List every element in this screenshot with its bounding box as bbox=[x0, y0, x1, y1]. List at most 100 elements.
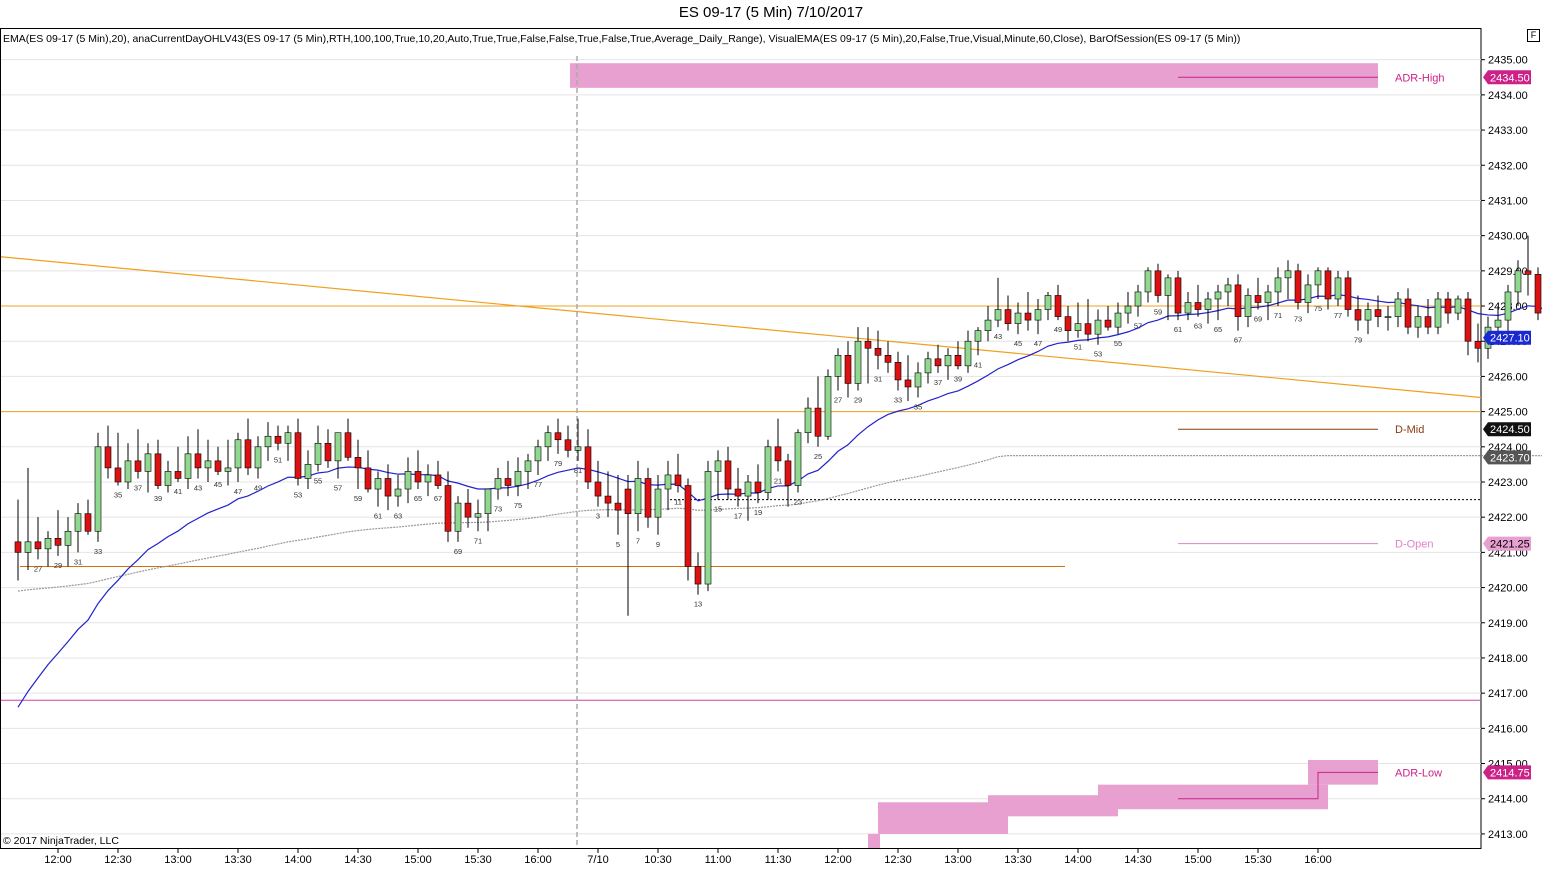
bar-number: 41 bbox=[174, 487, 182, 496]
down-candle bbox=[1234, 284, 1242, 317]
x-tick-label: 14:30 bbox=[344, 854, 372, 866]
down-candle bbox=[954, 354, 962, 367]
bar-number: 65 bbox=[1214, 325, 1222, 334]
bar-number: 27 bbox=[34, 564, 42, 573]
up-candle bbox=[514, 471, 522, 486]
bar-number: 63 bbox=[1194, 322, 1202, 331]
down-candle bbox=[1054, 295, 1062, 317]
bar-number: 43 bbox=[194, 483, 202, 492]
down-candle bbox=[784, 460, 792, 486]
down-candle bbox=[1354, 309, 1362, 321]
bar-number: 71 bbox=[1274, 311, 1282, 320]
down-candle bbox=[644, 478, 652, 518]
bar-number: 35 bbox=[114, 491, 122, 500]
up-candle bbox=[854, 340, 862, 384]
up-candle bbox=[74, 513, 82, 532]
up-candle bbox=[474, 513, 482, 518]
up-candle bbox=[1274, 277, 1282, 293]
down-candle bbox=[1064, 316, 1072, 331]
down-candle bbox=[354, 457, 362, 469]
bar-number: 21 bbox=[774, 476, 782, 485]
up-candle bbox=[44, 538, 52, 550]
up-candle bbox=[704, 471, 712, 585]
d-mid-label: D-Mid bbox=[1395, 424, 1424, 436]
down-candle bbox=[874, 347, 882, 356]
up-candle bbox=[1164, 277, 1172, 296]
bar-number: 51 bbox=[274, 455, 282, 464]
copyright-text: © 2017 NinjaTrader, LLC bbox=[3, 835, 119, 847]
up-candle bbox=[1384, 316, 1392, 318]
bar-number: 19 bbox=[754, 508, 762, 517]
down-candle bbox=[894, 362, 902, 381]
down-candle bbox=[1194, 302, 1202, 310]
down-candle bbox=[674, 474, 682, 486]
down-candle bbox=[1464, 298, 1472, 342]
up-candle bbox=[1284, 270, 1292, 279]
bar-number: 45 bbox=[214, 480, 222, 489]
down-candle bbox=[14, 541, 22, 553]
y-tick-label: 2432.00 bbox=[1488, 160, 1528, 172]
up-candle bbox=[1134, 291, 1142, 307]
y-tick-label: 2423.00 bbox=[1488, 477, 1528, 489]
down-candle bbox=[214, 460, 222, 472]
y-tick-label: 2429.00 bbox=[1488, 266, 1528, 278]
bar-number: 59 bbox=[354, 494, 362, 503]
up-candle bbox=[1204, 298, 1212, 310]
candlestick-chart[interactable]: 2413.002414.002415.002416.002417.002418.… bbox=[0, 0, 1542, 893]
down-candle bbox=[694, 566, 702, 585]
bar-number: 41 bbox=[974, 360, 982, 369]
up-candle bbox=[834, 354, 842, 377]
down-candle bbox=[1524, 270, 1532, 275]
up-candle bbox=[634, 478, 642, 514]
up-candle bbox=[924, 358, 932, 374]
x-tick-label: 14:30 bbox=[1124, 854, 1152, 866]
up-candle bbox=[1434, 298, 1442, 328]
up-candle bbox=[394, 488, 402, 497]
up-candle bbox=[714, 460, 722, 472]
x-tick-label: 13:30 bbox=[1004, 854, 1032, 866]
x-tick-label: 13:00 bbox=[164, 854, 192, 866]
x-tick-label: 12:30 bbox=[104, 854, 132, 866]
bar-number: 35 bbox=[914, 403, 922, 412]
down-candle bbox=[384, 478, 392, 497]
up-candle bbox=[1074, 323, 1082, 331]
down-candle bbox=[884, 354, 892, 363]
down-candle bbox=[1084, 323, 1092, 335]
bar-number: 57 bbox=[334, 483, 342, 492]
bar-number: 73 bbox=[494, 505, 502, 514]
down-candle bbox=[274, 435, 282, 444]
ema-line bbox=[17, 294, 1542, 708]
up-candle bbox=[804, 407, 812, 434]
up-candle bbox=[984, 319, 992, 331]
x-tick-label: 11:00 bbox=[705, 854, 732, 866]
up-candle bbox=[64, 530, 72, 546]
up-candle bbox=[1504, 291, 1512, 321]
down-candle bbox=[934, 358, 942, 367]
up-candle bbox=[744, 481, 752, 497]
adr-low-label: ADR-Low bbox=[1395, 767, 1442, 779]
up-candle bbox=[1364, 309, 1372, 321]
down-candle bbox=[904, 379, 912, 388]
bar-number: 7 bbox=[636, 536, 640, 545]
up-candle bbox=[204, 460, 212, 469]
x-tick-label: 16:00 bbox=[1304, 854, 1332, 866]
y-tick-label: 2414.00 bbox=[1488, 794, 1528, 806]
bar-number: 79 bbox=[1354, 336, 1362, 345]
up-candle bbox=[824, 376, 832, 437]
up-candle bbox=[574, 446, 582, 451]
bar-number: 47 bbox=[234, 487, 242, 496]
down-candle bbox=[134, 460, 142, 472]
bar-number: 81 bbox=[574, 466, 582, 475]
down-candle bbox=[604, 495, 612, 504]
down-candle bbox=[614, 502, 622, 511]
up-candle bbox=[1304, 284, 1312, 303]
down-candle bbox=[684, 485, 692, 567]
bar-number: 75 bbox=[1314, 304, 1322, 313]
bar-number: 67 bbox=[1234, 336, 1242, 345]
up-candle bbox=[1014, 312, 1022, 324]
vwap-marker-label: 2423.70 bbox=[1490, 452, 1530, 464]
bar-number: 61 bbox=[374, 512, 382, 521]
x-tick-label: 15:00 bbox=[404, 854, 432, 866]
bar-number: 53 bbox=[1094, 350, 1102, 359]
up-candle bbox=[254, 446, 262, 469]
